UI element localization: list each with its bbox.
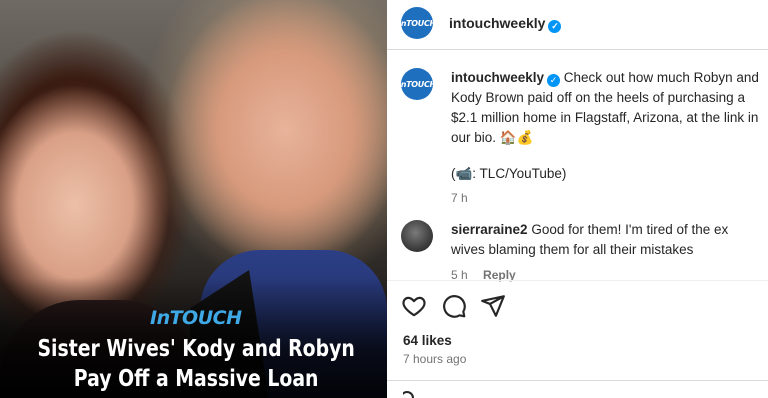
image-headline: Sister Wives' Kody and Robyn Pay Off a M…: [10, 334, 354, 394]
post-header: InTOUCH intouchweekly✓: [387, 0, 768, 50]
share-icon[interactable]: [480, 293, 506, 319]
caption-avatar[interactable]: InTOUCH: [401, 68, 433, 100]
post-image[interactable]: InTOUCH Sister Wives' Kody and Robyn Pay…: [0, 0, 387, 398]
caption-username[interactable]: intouchweekly: [451, 70, 544, 85]
comment-body: sierraraine2 Good for them! I'm tired of…: [451, 220, 761, 285]
post-actions: [387, 280, 768, 330]
verified-badge-icon: ✓: [547, 74, 561, 87]
commenter-avatar[interactable]: [401, 220, 433, 252]
likes-count[interactable]: 64 likes: [403, 333, 452, 348]
divider: [387, 380, 768, 381]
heart-icon[interactable]: [401, 293, 427, 319]
emoji-icon[interactable]: [403, 390, 425, 398]
post-timestamp[interactable]: 7 hours ago: [403, 352, 466, 366]
post-details-panel: InTOUCH intouchweekly✓ InTOUCH intouchwe…: [387, 0, 768, 398]
header-username-row: intouchweekly ✓: [449, 15, 562, 33]
headline-line-2: Pay Off a Massive Loan: [73, 366, 319, 392]
header-username[interactable]: intouchweekly: [449, 15, 545, 31]
comment-username[interactable]: sierraraine2: [451, 222, 528, 237]
caption-credit: (📹: TLC/YouTube): [451, 166, 567, 181]
account-avatar[interactable]: InTOUCH: [401, 7, 433, 39]
caption-timestamp[interactable]: 7 h: [451, 188, 761, 208]
headline-line-1: Sister Wives' Kody and Robyn: [37, 336, 355, 362]
verified-badge-icon: ✓: [548, 20, 562, 33]
comment-icon[interactable]: [441, 293, 467, 319]
caption-body: intouchweekly ✓ Check out how much Robyn …: [451, 68, 761, 208]
intouch-logo: InTOUCH: [150, 307, 242, 329]
